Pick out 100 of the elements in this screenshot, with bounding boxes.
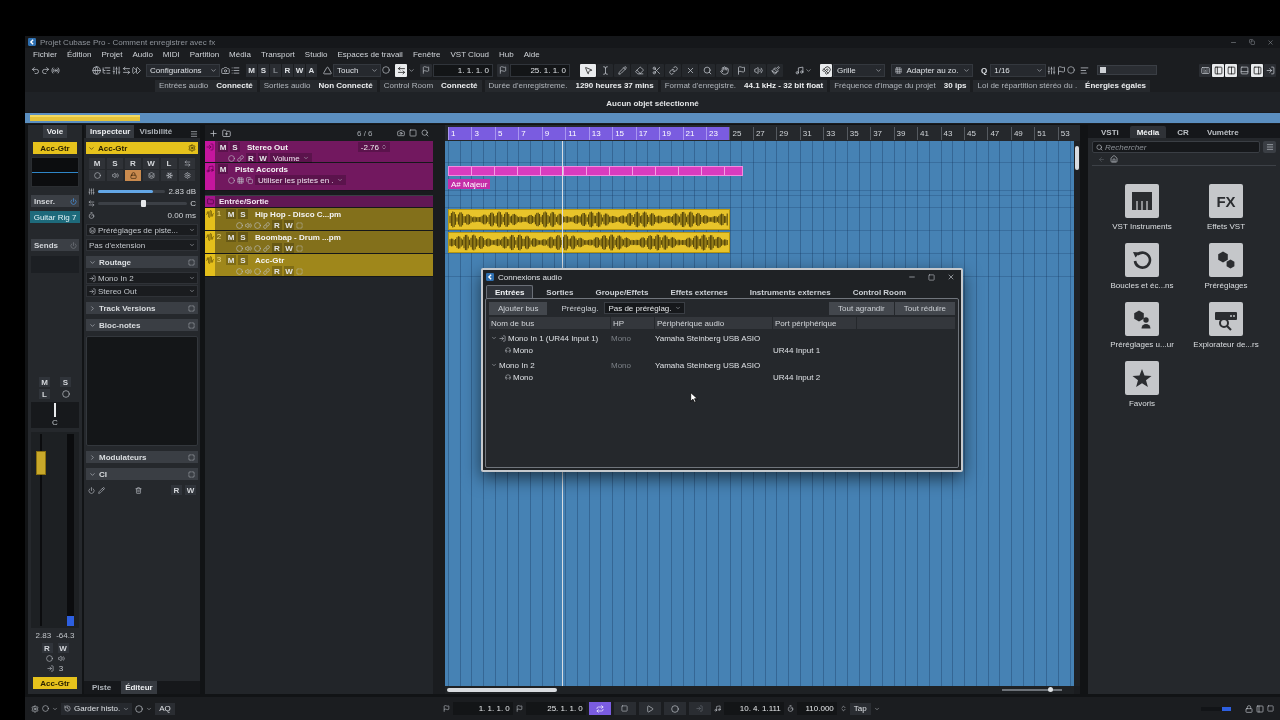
lower-zone-tab[interactable]: Piste: [88, 681, 116, 694]
notepad-field[interactable]: [86, 336, 198, 446]
automation-toggle[interactable]: R: [272, 220, 282, 230]
track-toggle[interactable]: [125, 170, 141, 181]
volume-field[interactable]: -2.76: [357, 142, 390, 152]
camera-icon[interactable]: [221, 65, 230, 75]
dialog-tab[interactable]: Control Room: [843, 285, 915, 298]
track-toggle[interactable]: [107, 170, 123, 181]
track-toggle[interactable]: [179, 170, 195, 181]
tool-button[interactable]: [716, 63, 732, 77]
track-toggle[interactable]: M: [218, 142, 228, 152]
align-left-icon[interactable]: [1080, 65, 1090, 75]
section-header[interactable]: CI: [86, 468, 198, 480]
slider-track[interactable]: [1097, 65, 1158, 75]
gear-icon[interactable]: [31, 704, 39, 713]
position-display[interactable]: 10. 4. 1.111: [723, 702, 784, 715]
automation-toggle[interactable]: W: [185, 485, 196, 495]
fast-forward-icon[interactable]: [132, 65, 141, 75]
track-toggle[interactable]: M: [226, 255, 236, 265]
horizontal-scrollbar[interactable]: [445, 686, 1074, 694]
track-toggle[interactable]: [161, 170, 177, 181]
channel-toggle[interactable]: M: [39, 377, 50, 387]
track-toggle[interactable]: M: [226, 209, 236, 219]
caret-icon[interactable]: [491, 362, 497, 368]
dialog-tab[interactable]: Sorties: [537, 285, 583, 298]
right-locator-button[interactable]: [497, 63, 509, 77]
track-toggle[interactable]: [143, 170, 159, 181]
inspector-tab[interactable]: Inspecteur: [86, 125, 135, 138]
section-header[interactable]: Bloc-notes: [86, 319, 198, 331]
dialog-tab[interactable]: Effets externes: [661, 285, 737, 298]
redo-icon[interactable]: [41, 65, 50, 75]
automation-toggle[interactable]: W: [284, 266, 294, 276]
column-header[interactable]: Port périphérique: [773, 317, 857, 329]
sliders-icon[interactable]: [1047, 65, 1057, 75]
history-dropdown[interactable]: Garder histo.: [61, 702, 133, 715]
zone-toggle[interactable]: [1251, 63, 1263, 77]
stopwatch-icon[interactable]: [786, 705, 794, 712]
search-field[interactable]: Rechercher: [1092, 141, 1260, 153]
triangle-icon[interactable]: [323, 65, 332, 75]
zone-toggle[interactable]: [1212, 63, 1224, 77]
menu-item[interactable]: Média: [229, 50, 251, 59]
tool-button[interactable]: [597, 63, 613, 77]
flag-icon[interactable]: [442, 705, 450, 712]
fx-logo[interactable]: FX: [1209, 184, 1243, 218]
trash-icon[interactable]: [134, 486, 142, 494]
menu-item[interactable]: Édition: [67, 50, 92, 59]
menu-item[interactable]: Transport: [260, 50, 295, 59]
track-header[interactable]: M S Stereo Out -2.76 R W Volume: [205, 141, 433, 163]
close-icon[interactable]: [947, 273, 955, 281]
square-icon[interactable]: [409, 129, 417, 137]
section-header[interactable]: Modulateurs: [86, 451, 198, 463]
right-locator-field[interactable]: 25. 1. 1. 0: [525, 702, 586, 715]
tool-button[interactable]: [733, 63, 749, 77]
snap-toggle[interactable]: [820, 63, 832, 77]
left-right-arrows-icon[interactable]: [122, 65, 131, 75]
scroll-thumb[interactable]: [447, 688, 557, 692]
menu-item[interactable]: Projet: [101, 50, 123, 59]
channel-toggle[interactable]: L: [39, 389, 50, 399]
configurations-dropdown[interactable]: Configurations: [146, 63, 220, 77]
tool-button[interactable]: [682, 63, 698, 77]
dialog-tab[interactable]: Instruments externes: [740, 285, 840, 298]
menu-item[interactable]: MIDI: [162, 50, 180, 59]
zoom-mode-dropdown[interactable]: Adapter au zo.: [891, 63, 973, 77]
zone-toggle[interactable]: [1199, 63, 1211, 77]
dialog-tab[interactable]: Entrées: [486, 285, 534, 298]
automation-dropdown[interactable]: Volume: [270, 153, 312, 163]
list-tree-icon[interactable]: [102, 65, 111, 75]
right-zone-tab[interactable]: Média: [1129, 126, 1167, 138]
plus-icon[interactable]: [209, 128, 218, 138]
volume-slider[interactable]: [98, 189, 166, 193]
column-header[interactable]: Nom de bus: [489, 317, 611, 329]
automation-toggle[interactable]: W: [294, 63, 305, 77]
audio-event[interactable]: [448, 209, 730, 230]
automation-mode-dropdown[interactable]: Touch: [333, 63, 381, 77]
track-toggle[interactable]: M: [218, 164, 228, 174]
track-toggle[interactable]: S: [238, 209, 248, 219]
track-toggle[interactable]: M: [226, 232, 236, 242]
section-header[interactable]: Routage: [86, 256, 198, 268]
track-presets-dropdown[interactable]: Préréglages de piste...: [86, 224, 198, 236]
sends-button[interactable]: Sends: [31, 239, 79, 251]
channel-tab[interactable]: Voie: [42, 125, 68, 138]
record-icon[interactable]: [45, 655, 53, 662]
track-header[interactable]: Entrée/Sortie: [205, 196, 433, 208]
track-name-bar[interactable]: Acc-Gtr: [86, 142, 198, 154]
quantize-dropdown[interactable]: 1/16: [990, 63, 1047, 77]
automation-toggle[interactable]: R: [246, 153, 256, 163]
vertical-scrollbar[interactable]: [1074, 141, 1080, 686]
audio-event[interactable]: [448, 232, 730, 253]
track-toggle[interactable]: M: [89, 158, 105, 169]
automation-toggle[interactable]: W: [57, 643, 69, 653]
track-toggle[interactable]: [89, 170, 105, 181]
circle-icon[interactable]: [135, 704, 144, 713]
pan-thumb[interactable]: [140, 199, 146, 207]
channel-toggle[interactable]: S: [60, 377, 71, 387]
track-toggle[interactable]: S: [107, 158, 123, 169]
tool-button[interactable]: [648, 63, 664, 77]
speaker-icon[interactable]: [57, 655, 65, 662]
restore-icon[interactable]: [1249, 39, 1255, 45]
left-locator-field[interactable]: 1. 1. 1. 0: [452, 702, 513, 715]
hexagon-user-icon[interactable]: [1125, 302, 1159, 336]
